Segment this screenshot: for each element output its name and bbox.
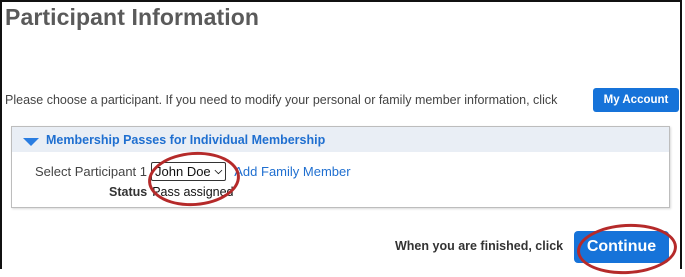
participant-row: Select Participant 1 John Doe ⌵ Add Fami… — [35, 162, 351, 181]
add-family-member-link[interactable]: Add Family Member — [234, 164, 350, 179]
panel-title: Membership Passes for Individual Members… — [46, 132, 326, 147]
status-value: Pass assigned — [152, 185, 234, 199]
participant-select-value: John Doe — [155, 164, 211, 179]
continue-button[interactable]: Continue — [574, 231, 669, 263]
my-account-button[interactable]: My Account — [593, 88, 679, 112]
caret-down-icon[interactable] — [23, 138, 39, 146]
finish-text: When you are finished, click — [395, 239, 564, 253]
status-label: Status — [109, 185, 148, 199]
membership-panel: Membership Passes for Individual Members… — [11, 126, 670, 208]
page-title: Participant Information — [5, 4, 260, 30]
status-row: Status Pass assigned — [109, 185, 234, 199]
select-participant-label: Select Participant 1 — [35, 164, 148, 179]
chevron-down-icon: ⌵ — [214, 166, 223, 177]
participant-select[interactable]: John Doe ⌵ — [151, 162, 227, 181]
intro-text: Please choose a participant. If you need… — [5, 93, 558, 107]
panel-header[interactable]: Membership Passes for Individual Members… — [12, 127, 669, 152]
